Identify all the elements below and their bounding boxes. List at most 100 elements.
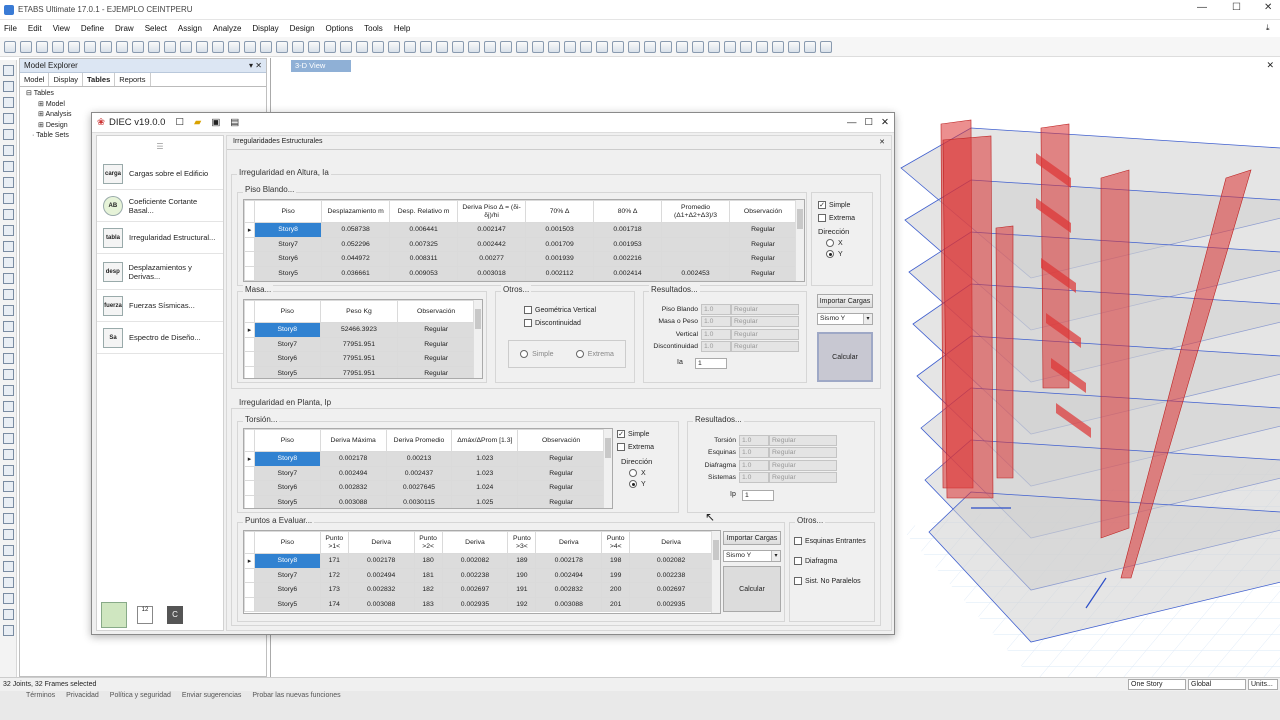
table-cell[interactable]: 0.009053 [389,265,459,281]
tool-button-icon[interactable] [3,241,14,252]
tool-button-icon[interactable] [3,497,14,508]
row-selector[interactable] [244,351,255,367]
table-row[interactable]: Story7 77951.951 Regular [244,336,475,352]
column-header[interactable]: Promedio (Δ1+Δ2+Δ3)/3 [661,200,731,223]
table-row[interactable]: Story7 0.002494 0.002437 1.023 Regular [244,465,605,481]
column-header[interactable]: Desplazamiento m [321,200,391,223]
table-cell[interactable]: 0.003088 [319,494,387,508]
geometrica-vertical-checkbox[interactable]: Geométrica Vertical [524,306,634,314]
toolbar-button-icon[interactable] [740,40,752,53]
column-header[interactable]: Desp. Relativo m [389,200,459,223]
otros-extrema-radio[interactable]: Extrema [575,350,614,358]
table-cell[interactable]: 173 [319,582,349,598]
menu-view[interactable]: View [53,24,70,33]
table-cell[interactable]: Story6 [253,582,321,598]
table-cell[interactable]: Regular [729,265,797,281]
table-cell[interactable]: 0.002453 [661,265,731,281]
column-header[interactable]: Punto >1< [319,531,349,554]
menu-assign[interactable]: Assign [178,24,202,33]
table-cell[interactable]: Story5 [253,494,321,508]
row-selector[interactable] [244,465,255,481]
calculator-icon[interactable]: 12 [137,606,153,624]
radio-y[interactable]: Y [826,250,866,258]
toolbar-button-icon[interactable] [132,40,144,53]
tool-button-icon[interactable] [3,433,14,444]
table-cell[interactable]: Story7 [253,336,321,352]
table-cell[interactable]: 0.0027645 [385,480,453,496]
table-row[interactable]: ▸ Story8 171 0.002178 180 0.002082 189 0.002178… [244,553,713,569]
toolbar-button-icon[interactable] [20,40,32,53]
menu-options[interactable]: Options [326,24,354,33]
table-cell[interactable]: 198 [601,553,631,569]
tool-button-icon[interactable] [3,289,14,300]
table-cell[interactable]: 0.002112 [525,265,595,281]
open-folder-icon[interactable]: ▰ [194,117,201,128]
row-selector[interactable] [244,265,256,281]
sismo-combo[interactable]: Sismo Y [817,313,873,325]
toolbar-button-icon[interactable] [596,40,608,53]
table-row[interactable]: ▸ Story8 52466.3923 Regular [244,322,475,338]
puntos-table[interactable]: Piso Punto >1< Deriva Punto >2< Deriva Punto … [243,530,721,614]
row-selector[interactable] [244,494,255,508]
simple-checkbox[interactable]: ✓ Simple [818,201,866,209]
table-row[interactable]: Story5 77951.951 Regular [244,365,475,378]
table-cell[interactable]: 0.00213 [385,451,453,467]
table-cell[interactable]: 0.002178 [347,553,415,569]
toolbar-button-icon[interactable] [692,40,704,53]
sidebar-item-irregularidad[interactable]: tabla Irregularidad Estructural... [97,222,223,254]
column-header[interactable]: Δmáx/ΔProm [1.3] [451,429,519,452]
table-cell[interactable]: Regular [397,351,475,367]
story-selector[interactable]: One Story [1128,679,1186,690]
tool-button-icon[interactable] [3,337,14,348]
table-cell[interactable]: 0.002697 [441,582,509,598]
table-cell[interactable] [661,236,731,252]
table-row[interactable]: ▸ Story8 0.002178 0.00213 1.023 Regular [244,451,605,467]
table-cell[interactable]: 180 [413,553,443,569]
piso-blando-scrollbar[interactable] [795,200,804,281]
new-file-icon[interactable]: ☐ [175,117,184,128]
tool-button-icon[interactable] [3,161,14,172]
toolbar-button-icon[interactable] [404,40,416,53]
importar-cargas-button-2[interactable]: Importar Cargas [723,531,781,545]
menu-edit[interactable]: Edit [28,24,42,33]
toolbar-button-icon[interactable] [788,40,800,53]
tool-button-icon[interactable] [3,545,14,556]
table-cell[interactable]: 189 [507,553,537,569]
toolbar-button-icon[interactable] [772,40,784,53]
tool-button-icon[interactable] [3,113,14,124]
table-cell[interactable]: 201 [601,596,631,612]
diec-minimize-icon[interactable]: — [847,117,857,128]
tool-button-icon[interactable] [3,257,14,268]
column-header[interactable]: Piso [253,429,321,452]
table-cell[interactable]: Regular [517,480,605,496]
toolbar-button-icon[interactable] [148,40,160,53]
table-cell[interactable]: 0.003088 [535,596,603,612]
row-selector[interactable] [244,236,256,252]
row-selector[interactable] [244,480,255,496]
toolbar-button-icon[interactable] [196,40,208,53]
table-row[interactable]: ▸ Story8 0.058738 0.006441 0.002147 0.001503 0… [244,222,797,238]
toolbar-button-icon[interactable] [228,40,240,53]
close-icon[interactable]: ✕ [1264,2,1272,13]
table-cell[interactable]: Story5 [253,596,321,612]
toolbar-button-icon[interactable] [308,40,320,53]
table-cell[interactable]: 182 [413,582,443,598]
table-cell[interactable]: 0.002414 [593,265,663,281]
column-header[interactable]: Punto >3< [507,531,537,554]
column-header[interactable]: Observación [517,429,605,452]
footer-link-feedback[interactable]: Enviar sugerencias [182,692,242,699]
table-cell[interactable]: 1.023 [451,451,519,467]
row-selector[interactable] [244,596,255,612]
table-cell[interactable]: Story8 [253,451,321,467]
tool-button-icon[interactable] [3,305,14,316]
table-cell[interactable]: Story5 [254,265,323,281]
table-cell[interactable]: 1.024 [451,480,519,496]
toolbar-button-icon[interactable] [260,40,272,53]
table-cell[interactable]: 0.008311 [389,251,459,267]
row-selector[interactable] [244,365,255,378]
table-cell[interactable]: 0.002178 [319,451,387,467]
table-cell[interactable]: 0.001718 [593,222,663,238]
tab-irregularidades[interactable]: Irregularidades Estructurales ✕ [227,136,891,150]
table-cell[interactable]: 199 [601,567,631,583]
tab-close-icon[interactable]: ✕ [879,138,885,146]
